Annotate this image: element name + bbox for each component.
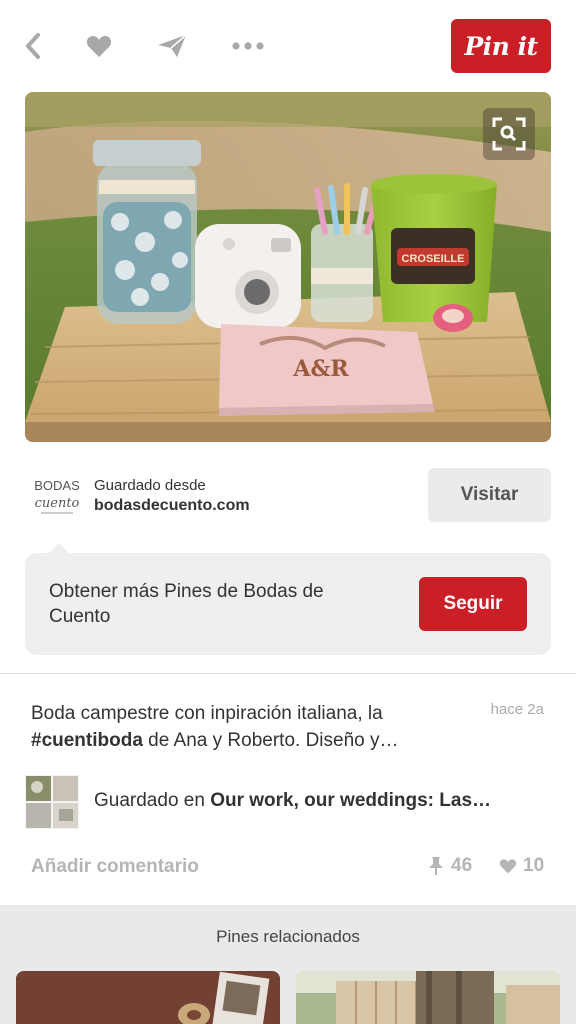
pin-timestamp: hace 2a [490, 701, 544, 718]
board-name-text[interactable]: Guardado en Our work, our weddings: Las… [94, 790, 544, 812]
saved-from-label: Guardado desde [94, 477, 206, 494]
board-thumbnail[interactable] [25, 775, 79, 829]
follow-card: Obtener más Pines de Bodas de Cuento Seg… [25, 543, 551, 655]
visual-search-button[interactable] [483, 108, 535, 160]
source-domain-link[interactable]: bodasdecuento.com [94, 497, 250, 515]
hashtag-link[interactable]: #cuentiboda [31, 730, 143, 751]
heart-icon [499, 859, 517, 874]
board-name: Our work, our weddings: Las… [210, 790, 492, 811]
follow-prompt-text: Obtener más Pines de Bodas de Cuento [49, 581, 324, 627]
like-count[interactable]: 10 [499, 855, 544, 877]
pin-image[interactable]: CROSEILLE A&R [25, 92, 551, 442]
related-pins-section: Pines relacionados [0, 905, 576, 1024]
repin-count[interactable]: 46 [427, 855, 472, 877]
logo-word-cuento: cuento [35, 496, 80, 511]
card-notch [49, 543, 69, 553]
repin-count-value: 46 [451, 855, 473, 876]
like-count-value: 10 [523, 855, 545, 876]
description-text-end: de Ana y Roberto. Diseño y… [142, 730, 399, 751]
pushpin-icon [429, 857, 443, 875]
description-text-start: Boda campestre con inpiración italiana, … [31, 703, 383, 724]
saved-in-board[interactable]: Guardado en Our work, our weddings: Las… [25, 775, 551, 829]
visual-search-icon [492, 117, 526, 151]
send-paper-plane-icon[interactable] [156, 30, 188, 62]
source-logo[interactable]: BODAS cuento [33, 475, 81, 517]
add-comment-button[interactable]: Añadir comentario [31, 856, 199, 878]
pin-it-button[interactable]: Pin it [451, 19, 551, 73]
back-chevron-icon[interactable] [17, 30, 49, 62]
divider [0, 673, 576, 674]
visit-button[interactable]: Visitar [428, 468, 551, 522]
pot-label-text: CROSEILLE [402, 253, 465, 265]
related-pin-thumbnail[interactable] [296, 971, 560, 1024]
heart-icon[interactable] [83, 30, 115, 62]
pin-description: Boda campestre con inpiración italiana, … [31, 700, 461, 754]
more-dots-icon[interactable] [230, 30, 266, 62]
logo-word-bodas: BODAS [34, 478, 80, 493]
pin-source: BODAS cuento Guardado desde bodasdecuent… [25, 467, 551, 523]
book-monogram: A&R [292, 356, 349, 382]
pin-actions: Añadir comentario 46 10 [31, 852, 545, 882]
top-toolbar: Pin it [0, 0, 576, 92]
related-pin-thumbnail[interactable] [16, 971, 280, 1024]
follow-button[interactable]: Seguir [419, 577, 527, 631]
related-pins-title: Pines relacionados [216, 927, 360, 946]
saved-in-label: Guardado en [94, 790, 211, 811]
